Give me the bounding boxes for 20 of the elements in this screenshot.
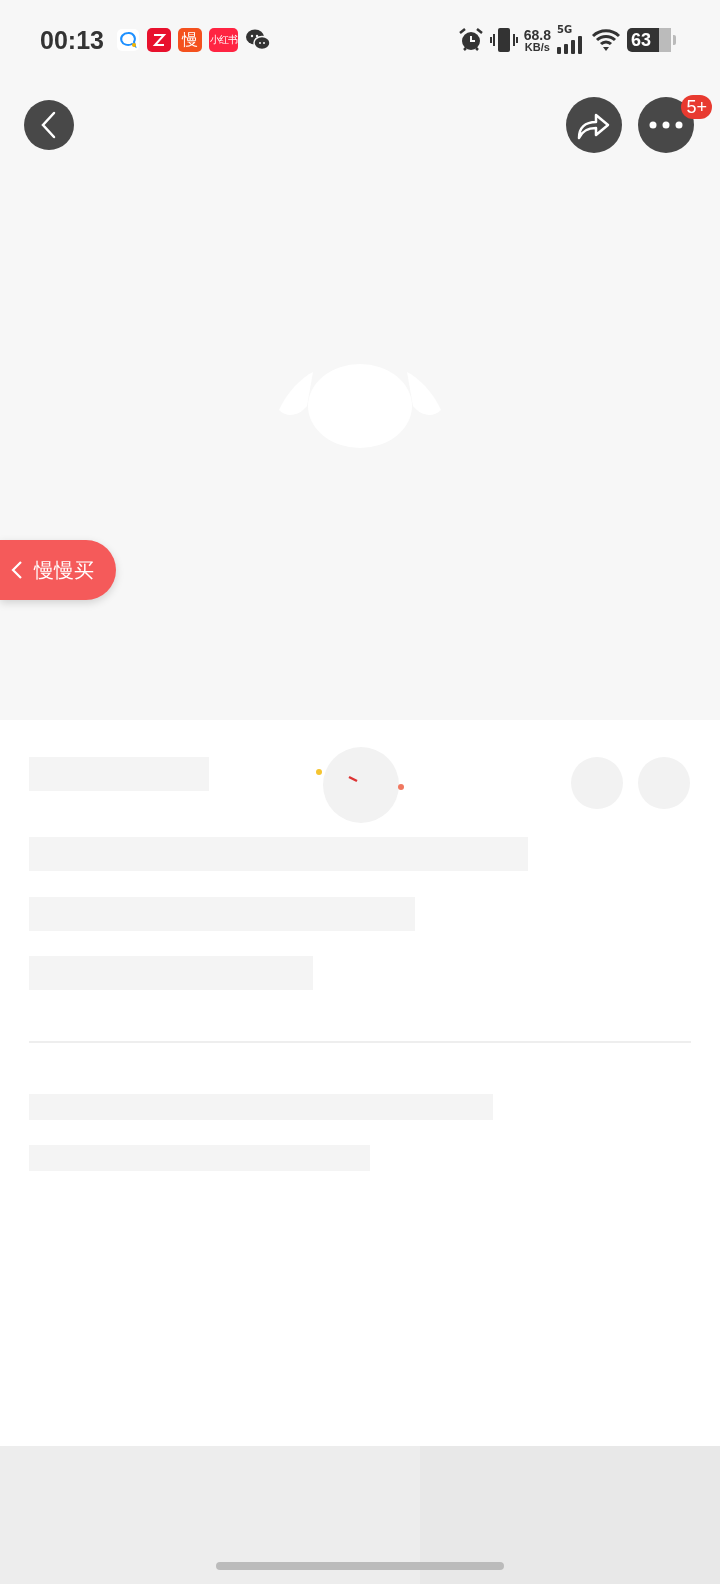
- share-button[interactable]: [566, 97, 622, 153]
- alarm-clock-icon: [457, 27, 484, 53]
- chevron-left-icon: [10, 560, 24, 580]
- chat-bubble-icon: [115, 28, 140, 52]
- status-time: 00:13: [40, 25, 104, 55]
- chat-bubbles-icon: [244, 28, 271, 52]
- app-icon: 慢: [177, 28, 202, 52]
- z-logo-icon: [146, 28, 171, 52]
- back-button[interactable]: [24, 100, 74, 150]
- wifi-icon: [591, 27, 621, 53]
- network-speed: 68.8: [523, 27, 551, 42]
- speed-unit: KB/s: [524, 41, 550, 53]
- app-icon: 小红书: [208, 28, 238, 52]
- signal-icon: [557, 36, 583, 54]
- vibrate-icon: [489, 27, 518, 53]
- float-back-button[interactable]: 慢慢买: [0, 540, 116, 600]
- battery-indicator: 63: [627, 28, 676, 52]
- network-type: 5G: [557, 24, 573, 35]
- notification-badge: 5+: [681, 95, 712, 119]
- more-icon: [649, 121, 683, 129]
